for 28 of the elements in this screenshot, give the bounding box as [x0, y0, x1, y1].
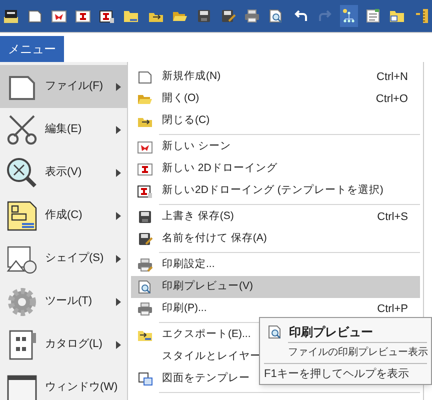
category-label: カタログ(L) — [45, 337, 104, 352]
menu-item-label: 閉じる(C) — [162, 113, 210, 128]
category-label: 編集(E) — [45, 122, 83, 138]
menu-item-label: エクスポート(E)... — [162, 327, 251, 342]
menu-item-label: 新規作成(N) — [162, 69, 221, 84]
category-label: ウィンドウ(W) — [45, 380, 118, 396]
menu-item-label: 新しい 2Dドローイング — [162, 161, 278, 176]
shortcut-label: Ctrl+S — [377, 210, 408, 225]
shortcut-label: Ctrl+P — [377, 302, 408, 317]
category-label: シェイプ(S) — [45, 250, 105, 266]
shortcut-label: Ctrl+N — [376, 70, 408, 85]
menu-item-label: 開く(O) — [162, 91, 200, 106]
category-label: ツール(T) — [45, 294, 94, 310]
menu-item-label: 新しい シーン — [162, 139, 231, 154]
tooltip-title: 印刷プレビュー — [289, 324, 373, 341]
menu-item-label: 印刷(P)... — [162, 301, 207, 316]
menu-item-label: 印刷プレビュー(V) — [162, 279, 253, 294]
menu-item-label: 上書き 保存(S) — [162, 209, 234, 224]
shortcut-label: Ctrl+O — [376, 92, 408, 107]
category-label: 作成(C) — [45, 208, 84, 224]
menu-item-label: 図面をテンプレー — [162, 371, 250, 386]
tooltip-help: F1キーを押してヘルプを表示 — [264, 366, 410, 382]
tooltip-description: ファイルの印刷プレビュー表示 — [287, 346, 427, 360]
menu-item-label: 新しい2Dドローイング (テンプレートを選択) — [162, 183, 384, 198]
category-label: 表示(V) — [45, 165, 83, 180]
category-label: ファイル(F) — [45, 79, 104, 94]
menu-item-label: 印刷設定... — [162, 257, 215, 272]
menu-item-label: 名前を付けて 保存(A) — [162, 231, 267, 246]
